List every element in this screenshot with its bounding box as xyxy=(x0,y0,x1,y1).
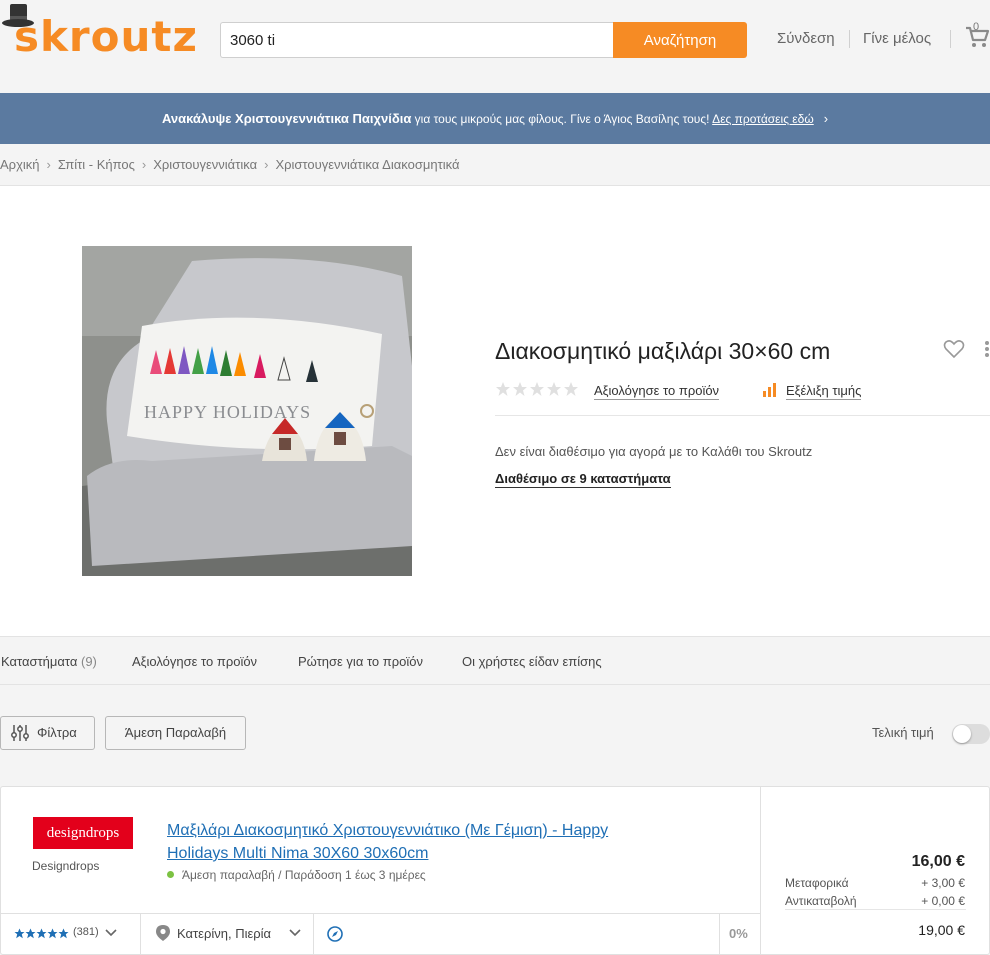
breadcrumb-home[interactable]: Αρχική xyxy=(0,157,40,172)
filters-label: Φίλτρα xyxy=(37,725,77,740)
total-price-label: Τελική τιμή xyxy=(872,725,934,740)
breadcrumb-separator: › xyxy=(264,157,269,172)
available-stores-link[interactable]: Διαθέσιμο σε 9 καταστήματα xyxy=(495,471,671,488)
breadcrumb-home-garden[interactable]: Σπίτι - Κήπος xyxy=(58,157,135,172)
product-image[interactable]: HAPPY HOLIDAYS xyxy=(82,246,412,576)
chevron-down-icon xyxy=(105,929,117,937)
divider xyxy=(785,909,966,910)
delivery-text: Άμεση παραλαβή / Παράδοση 1 έως 3 ημέρες xyxy=(182,868,426,882)
product-tabs: Καταστήματα (9) Αξιολόγησε το προϊόν Ρώτ… xyxy=(0,636,990,685)
shipping-value: + 3,00 € xyxy=(921,876,965,890)
offer-meta-bar: (381) Κατερίνη, Πιερία 0% xyxy=(1,913,760,954)
search-button[interactable]: Αναζήτηση xyxy=(613,22,747,58)
tab-rate-product[interactable]: Αξιολόγησε το προϊόν xyxy=(132,654,257,669)
shop-logo[interactable]: designdrops xyxy=(33,817,133,849)
pillow-text: HAPPY HOLIDAYS xyxy=(144,402,311,422)
logo-text: skroutz xyxy=(14,12,198,61)
breadcrumb: Αρχική › Σπίτι - Κήπος › Χριστουγεννιάτικα › Χ… xyxy=(0,144,990,186)
offer-card: designdrops Designdrops Μαξιλάρι Διακοσμ… xyxy=(0,786,990,955)
header: skroutz Αναζήτηση Σύνδεση Γίνε μέλος 0 xyxy=(0,0,990,93)
shop-location[interactable]: Κατερίνη, Πιερία xyxy=(141,914,314,954)
breadcrumb-christmas[interactable]: Χριστουγεννιάτικα xyxy=(153,157,257,172)
header-separator xyxy=(950,30,951,48)
shop-review-count: (381) xyxy=(73,926,99,938)
availability-dot-icon xyxy=(167,871,174,878)
shop-rating[interactable]: (381) xyxy=(1,914,141,954)
instant-pickup-button[interactable]: Άμεση Παραλαβή xyxy=(105,716,246,750)
promo-banner[interactable]: Ανακάλυψε Χριστουγεννιάτικα Παιχνίδια γι… xyxy=(0,93,990,144)
cart-count: 0 xyxy=(973,21,980,33)
offer-price[interactable]: 16,00 € xyxy=(912,853,965,871)
tab-ask-question[interactable]: Ρώτησε για το προϊόν xyxy=(298,654,423,669)
header-separator xyxy=(849,30,850,48)
login-link[interactable]: Σύνδεση xyxy=(777,30,835,47)
banner-headline: Ανακάλυψε Χριστουγεννιάτικα Παιχνίδια xyxy=(161,111,412,126)
offer-title-line-1: Μαξιλάρι Διακοσμητικό Χριστουγεννιάτικο … xyxy=(167,822,609,839)
price-panel: 16,00 € Μεταφορικά + 3,00 € Αντικαταβολή… xyxy=(760,787,990,954)
chevron-right-icon: › xyxy=(823,111,829,126)
shop-badges xyxy=(314,914,720,954)
signup-link[interactable]: Γίνε μέλος xyxy=(863,30,931,47)
tab-stores-label: Καταστήματα xyxy=(1,654,78,669)
chevron-down-icon xyxy=(289,929,301,937)
offer-title-line-2: Holidays Multi Nima 30X60 30x60cm xyxy=(167,845,429,862)
price-history-link[interactable]: Εξέλιξη τιμής xyxy=(786,383,862,400)
sliders-icon xyxy=(11,725,29,741)
shop-rating-stars-icon xyxy=(14,928,69,939)
compass-icon[interactable] xyxy=(326,925,344,943)
total-price-toggle[interactable] xyxy=(952,724,990,744)
cod-label: Αντικαταβολή xyxy=(785,894,857,908)
discount-cell: 0% xyxy=(720,914,760,954)
location-text: Κατερίνη, Πιερία xyxy=(177,926,272,941)
rate-product-link[interactable]: Αξιολόγησε το προϊόν xyxy=(594,383,720,400)
location-pin-icon xyxy=(156,925,170,941)
tab-also-viewed[interactable]: Οι χρήστες είδαν επίσης xyxy=(462,654,602,669)
rating-stars-icon xyxy=(496,382,578,396)
discount-percent: 0% xyxy=(729,926,748,941)
tab-stores-count: (9) xyxy=(80,654,97,669)
filters-button[interactable]: Φίλτρα xyxy=(0,716,95,750)
product-title: Διακοσμητικό μαξιλάρι 30×60 cm xyxy=(495,338,831,364)
availability-note: Δεν είναι διαθέσιμο για αγορά με το Καλά… xyxy=(495,444,813,459)
search-input[interactable] xyxy=(220,22,614,58)
heart-icon[interactable] xyxy=(943,339,965,359)
price-chart-icon xyxy=(763,383,776,397)
banner-text: για τους μικρούς μας φίλους. Γίνε ο Άγιο… xyxy=(411,112,713,126)
more-options-icon[interactable] xyxy=(984,339,990,359)
banner-link[interactable]: Δες προτάσεις εδώ xyxy=(712,112,814,126)
breadcrumb-christmas-decorations[interactable]: Χριστουγεννιάτικα Διακοσμητικά xyxy=(275,157,459,172)
toggle-knob xyxy=(953,725,971,743)
shop-name: Designdrops xyxy=(32,859,100,873)
skroutz-logo[interactable]: skroutz xyxy=(0,2,210,62)
search-bar: Αναζήτηση xyxy=(220,22,747,58)
breadcrumb-separator: › xyxy=(46,157,51,172)
divider xyxy=(495,415,990,416)
delivery-info: Άμεση παραλαβή / Παράδοση 1 έως 3 ημέρες xyxy=(167,868,426,882)
breadcrumb-separator: › xyxy=(141,157,147,172)
cod-value: + 0,00 € xyxy=(921,894,965,908)
product-section: HAPPY HOLIDAYS Διακοσμητικό μαξιλάρι 30×… xyxy=(0,186,990,636)
shipping-label: Μεταφορικά xyxy=(785,876,849,890)
offer-title-link[interactable]: Μαξιλάρι Διακοσμητικό Χριστουγεννιάτικο … xyxy=(167,819,707,865)
offer-total: 19,00 € xyxy=(918,922,965,938)
tab-stores[interactable]: Καταστήματα (9) xyxy=(1,654,97,669)
